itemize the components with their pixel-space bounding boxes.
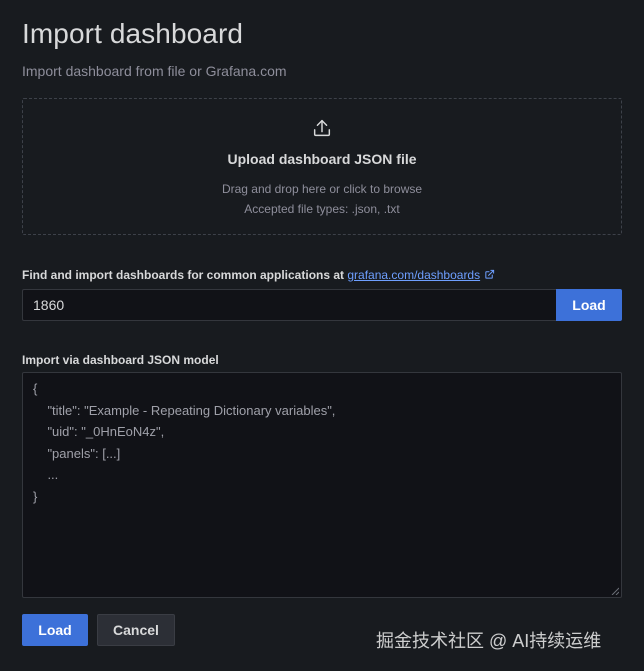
grafana-dashboard-id-input[interactable]	[22, 289, 556, 321]
json-line: "panels": [...]	[33, 445, 121, 461]
cancel-button[interactable]: Cancel	[97, 614, 175, 646]
json-line: "uid": "_0HnEoN4z",	[33, 424, 165, 439]
upload-icon	[313, 119, 331, 137]
json-line: {	[33, 381, 38, 396]
json-model-label: Import via dashboard JSON model	[22, 353, 219, 367]
upload-title: Upload dashboard JSON file	[227, 151, 417, 167]
find-dashboards-label: Find and import dashboards for common ap…	[22, 268, 495, 282]
page-title: Import dashboard	[22, 18, 244, 49]
json-line: ...	[33, 467, 59, 482]
external-link-icon[interactable]	[484, 269, 495, 280]
grafana-dashboards-link[interactable]: grafana.com/dashboards	[347, 268, 480, 282]
load-json-button[interactable]: Load	[22, 614, 88, 646]
json-line: }	[33, 488, 38, 504]
json-model-textarea[interactable]: { "title": "Example - Repeating Dictiona…	[22, 372, 622, 598]
load-by-id-button[interactable]: Load	[556, 289, 622, 321]
watermark-text: 掘金技术社区 @ AI持续运维	[376, 631, 602, 651]
find-label-text: Find and import dashboards for common ap…	[22, 268, 348, 282]
page-subtitle: Import dashboard from file or Grafana.co…	[22, 63, 287, 79]
resize-handle-icon[interactable]	[611, 587, 619, 595]
json-line: "title": "Example - Repeating Dictionary…	[33, 402, 336, 418]
upload-hint: Drag and drop here or click to browse	[221, 182, 423, 196]
upload-dropzone[interactable]: Upload dashboard JSON file Drag and drop…	[22, 98, 622, 235]
upload-accepted-types: Accepted file types: .json, .txt	[244, 202, 400, 216]
